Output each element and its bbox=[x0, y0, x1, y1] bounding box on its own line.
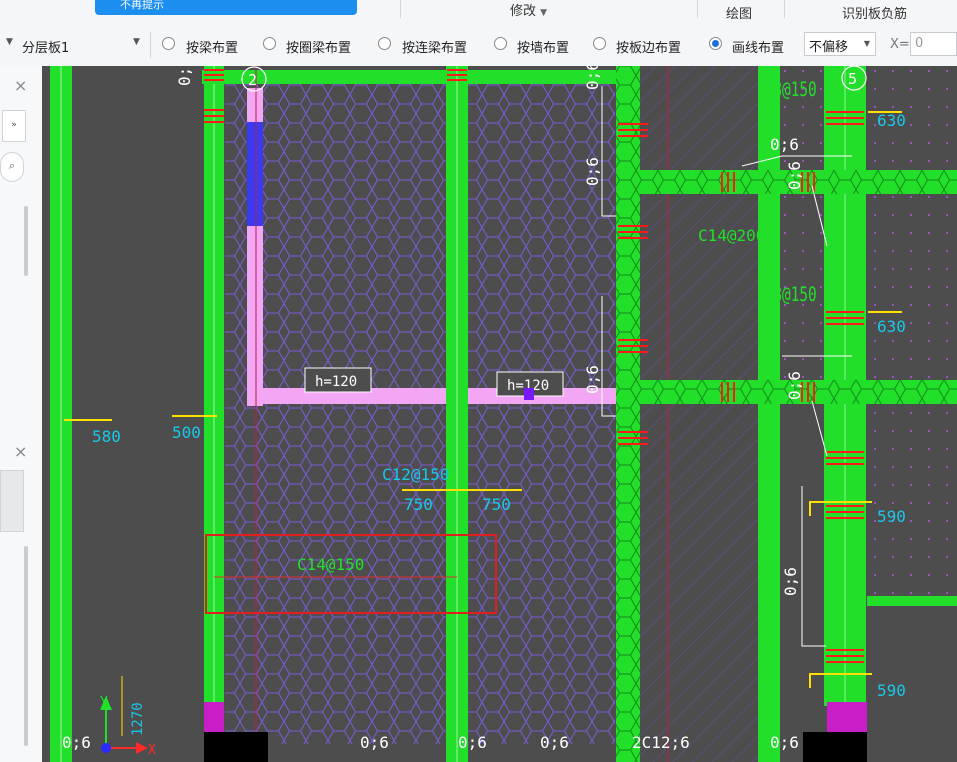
ucs-x-label: X bbox=[148, 743, 156, 758]
panel-tab[interactable] bbox=[0, 470, 24, 532]
dimension-label: 590 bbox=[877, 507, 906, 526]
column-block[interactable] bbox=[204, 732, 268, 762]
column-block[interactable] bbox=[803, 732, 867, 762]
dimension-label: 1270 bbox=[130, 702, 146, 736]
chevron-down-icon[interactable]: ▼ bbox=[6, 37, 13, 47]
placement-toolbar: ▼ 分层板1 ▼ 按梁布置 按圈梁布置 按连梁布置 按墙布置 按板边布置 画线布… bbox=[0, 24, 957, 67]
radio-by-wall[interactable] bbox=[494, 37, 507, 50]
rebar-spec-label: 0;6 bbox=[583, 157, 602, 186]
bottom-label: 2C12;6 bbox=[632, 733, 690, 752]
rebar-label: C14@200 bbox=[698, 226, 765, 245]
option-by-wall[interactable]: 按墙布置 bbox=[517, 37, 569, 56]
axis-label: 2 bbox=[248, 71, 257, 89]
option-by-ring-beam[interactable]: 按圈梁布置 bbox=[286, 37, 351, 56]
rebar-label: C8@150 bbox=[765, 284, 817, 307]
dimension-label: 630 bbox=[877, 317, 906, 336]
draw-group-label[interactable]: 绘图 bbox=[726, 3, 752, 22]
close-icon[interactable]: × bbox=[14, 442, 27, 461]
dimension-label: 500 bbox=[172, 423, 201, 442]
panel-scrollbar[interactable] bbox=[24, 546, 28, 746]
tip-banner[interactable]: 不再提示 bbox=[95, 0, 357, 15]
chevron-down-icon[interactable]: ▼ bbox=[133, 37, 140, 47]
ribbon-separator bbox=[784, 0, 785, 18]
identify-group-label[interactable]: 识别板负筋 bbox=[842, 3, 907, 22]
dimension-label: 750 bbox=[404, 495, 433, 514]
slab-hatch-region bbox=[225, 80, 615, 744]
ribbon-separator bbox=[400, 0, 401, 18]
x-coord-input[interactable]: 0 bbox=[910, 32, 957, 56]
chevron-down-icon: ▼ bbox=[863, 39, 870, 48]
bottom-label: 0;6 bbox=[540, 733, 569, 752]
offset-select[interactable]: 不偏移 ▼ bbox=[804, 32, 876, 56]
radio-by-link-beam[interactable] bbox=[378, 37, 391, 50]
rebar-spec-label: 0;6 bbox=[583, 365, 602, 394]
blue-segment bbox=[247, 122, 263, 226]
ucs-y-label: Y bbox=[100, 695, 108, 710]
side-panel: × » ⌕ ‹ × bbox=[0, 66, 64, 762]
drawing-svg[interactable]: h=120 h=120 2 5 C8@150 C8@150 C14@200 C1… bbox=[42, 66, 957, 762]
x-coord-label: X= bbox=[890, 37, 910, 52]
axis-label: 5 bbox=[848, 70, 857, 88]
rebar-spec-label: 0;6 bbox=[583, 66, 602, 90]
modify-menu[interactable]: 修改 ▼ bbox=[510, 0, 547, 19]
dimension-label: 580 bbox=[92, 427, 121, 446]
rebar-spec-label: 0;6 bbox=[785, 371, 804, 400]
beam[interactable] bbox=[867, 596, 957, 606]
rebar-spec-label: 0;6 bbox=[785, 161, 804, 190]
offset-select-value: 不偏移 bbox=[809, 40, 849, 55]
cad-canvas[interactable]: h=120 h=120 2 5 C8@150 C8@150 C14@200 C1… bbox=[42, 66, 957, 762]
bottom-label: 0;6 bbox=[360, 733, 389, 752]
rebar-label: C8@150 bbox=[765, 79, 817, 102]
bottom-label: 0;6 bbox=[62, 733, 91, 752]
dimension-label: 590 bbox=[877, 681, 906, 700]
ucs-icon: Y X 1270 bbox=[100, 676, 156, 758]
radio-by-beam[interactable] bbox=[162, 37, 175, 50]
rebar-spec-label: 0;6 bbox=[770, 135, 799, 154]
rebar-spec-label: 0;6 bbox=[175, 66, 194, 86]
option-draw-line[interactable]: 画线布置 bbox=[732, 37, 784, 56]
beam[interactable] bbox=[202, 70, 622, 84]
option-by-slab-edge[interactable]: 按板边布置 bbox=[616, 37, 681, 56]
layer-select[interactable]: 分层板1 bbox=[22, 37, 69, 56]
rebar-label: C12@150 bbox=[382, 465, 449, 484]
option-by-link-beam[interactable]: 按连梁布置 bbox=[402, 37, 467, 56]
ribbon-separator bbox=[697, 0, 698, 18]
expand-icon[interactable]: » bbox=[2, 110, 26, 142]
rebar-label: C14@150 bbox=[297, 555, 364, 574]
dimension-label: 750 bbox=[482, 495, 511, 514]
search-icon[interactable]: ⌕ bbox=[0, 152, 24, 182]
dimension-label: 630 bbox=[877, 111, 906, 130]
radio-by-slab-edge[interactable] bbox=[593, 37, 606, 50]
radio-by-ring-beam[interactable] bbox=[263, 37, 276, 50]
panel-scrollbar[interactable] bbox=[24, 206, 28, 276]
rebar-spec-label: 0;6 bbox=[781, 567, 800, 596]
modify-label: 修改 bbox=[510, 4, 537, 19]
bottom-label: 0;6 bbox=[770, 733, 799, 752]
chevron-down-icon: ▼ bbox=[540, 8, 548, 18]
bottom-label: 0;6 bbox=[458, 733, 487, 752]
ribbon: 不再提示 修改 ▼ 绘图 识别板负筋 bbox=[0, 0, 957, 25]
radio-draw-line[interactable] bbox=[709, 37, 722, 50]
toolbar-divider bbox=[150, 32, 151, 58]
slab-height-label: h=120 bbox=[315, 374, 357, 390]
close-icon[interactable]: × bbox=[14, 76, 27, 95]
option-by-beam[interactable]: 按梁布置 bbox=[186, 37, 238, 56]
